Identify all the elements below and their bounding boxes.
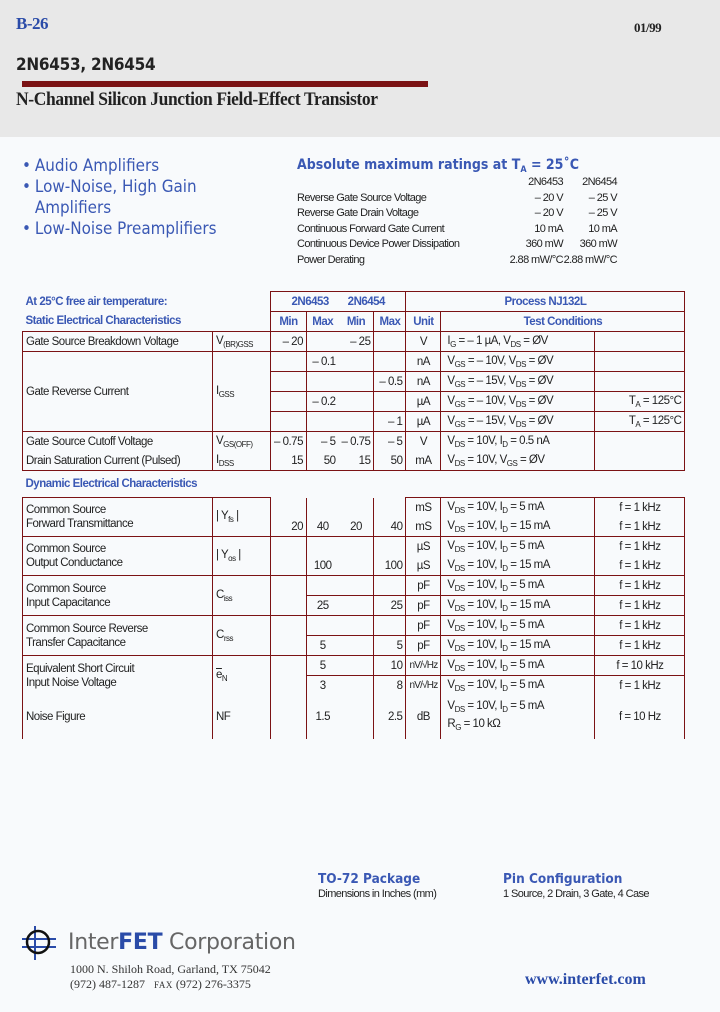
temp-note: At 25°C free air temperature: bbox=[25, 295, 168, 308]
amr-title: Absolute maximum ratings at TA = 25˚C bbox=[297, 157, 580, 175]
page-code: B-26 bbox=[16, 14, 49, 33]
pin-config-subtitle: 1 Source, 2 Drain, 3 Gate, 4 Case bbox=[503, 888, 650, 900]
feature-list: • Audio Amplifiers • Low-Noise, High Gain … bbox=[22, 155, 233, 239]
part1-header: 2N6453 bbox=[291, 295, 330, 308]
feature-item-continued: Amplifiers bbox=[34, 198, 112, 217]
amr-row: Reverse Gate Drain Voltage – 20 V – 25 V bbox=[297, 207, 618, 219]
table-row: Gate Source Cutoff Voltage VGS(OFF) – 0.… bbox=[22, 431, 686, 451]
phone-fax: (972) 487-1287 FAX (972) 276-3375 bbox=[70, 977, 251, 991]
feature-item: • Audio Amplifiers bbox=[22, 156, 160, 175]
part-numbers: 2N6453, 2N6454 bbox=[16, 55, 156, 75]
min-header: Min bbox=[338, 311, 375, 332]
process-header: Process NJ132L bbox=[405, 291, 686, 312]
pin-config-section: Pin Configuration 1 Source, 2 Drain, 3 G… bbox=[503, 871, 650, 900]
dynamic-heading: Dynamic Electrical Characteristics bbox=[25, 478, 198, 490]
bullet-icon: • bbox=[22, 219, 31, 238]
table-row: Noise Figure NF 1.5 2.5 dB VDS = 10V, ID… bbox=[22, 695, 686, 739]
table-row: Equivalent Short Circuit Input Noise Volt… bbox=[22, 655, 686, 695]
amr-row: Reverse Gate Source Voltage – 20 V – 25 V bbox=[297, 191, 618, 204]
dynamic-heading-row: Dynamic Electrical Characteristics bbox=[23, 471, 685, 498]
amr-row: Continuous Device Power Dissipation 360 m… bbox=[297, 238, 618, 250]
table-row: Gate Reverse Current IGSS – 0.1 nA VGS =… bbox=[22, 351, 686, 432]
table-header-row: At 25°C free air temperature: 2N6453 2N6… bbox=[23, 291, 686, 312]
bullet-icon: • bbox=[22, 156, 31, 175]
table-row: Common Source Output Conductance | Yos | … bbox=[22, 536, 686, 576]
company-address: 1000 N. Shiloh Road, Garland, TX 75042 (… bbox=[70, 962, 271, 993]
test-conditions-header: Test Conditions bbox=[440, 311, 686, 332]
bullet-icon: • bbox=[22, 177, 31, 196]
feature-item: • Low-Noise, High Gain bbox=[22, 177, 197, 196]
title-rule bbox=[22, 81, 428, 87]
part2-header: 2N6454 bbox=[347, 295, 386, 308]
package-subtitle: Dimensions in Inches (mm) bbox=[318, 888, 437, 900]
table-row: Common Source Input Capacitance Ciss pF V… bbox=[22, 575, 686, 616]
unit-header: Unit bbox=[405, 311, 442, 332]
electrical-characteristics-table: At 25°C free air temperature: 2N6453 2N6… bbox=[22, 291, 686, 739]
max-header: Max bbox=[373, 311, 407, 332]
pin-config-title: Pin Configuration bbox=[503, 871, 623, 887]
document-title: N-Channel Silicon Junction Field-Effect … bbox=[16, 89, 378, 110]
feature-item: • Low-Noise Preamplifiers bbox=[22, 219, 217, 238]
package-section: TO-72 Package Dimensions in Inches (mm) bbox=[318, 871, 437, 900]
amr-row: Continuous Forward Gate Current 10 mA 10 m… bbox=[297, 222, 618, 235]
min-header: Min bbox=[270, 311, 307, 332]
table-row: Gate Source Breakdown Voltage V(BR)GSS –… bbox=[22, 331, 686, 352]
interfet-logo-icon bbox=[22, 926, 56, 960]
package-title: TO-72 Package bbox=[318, 871, 421, 887]
table-row: Common Source Forward Transmittance | Yfs… bbox=[22, 497, 686, 537]
static-heading: Static Electrical Characteristics bbox=[25, 315, 182, 328]
table-subheader-row: Static Electrical Characteristics Min Ma… bbox=[23, 311, 686, 332]
table-row: Common Source Reverse Transfer Capacitanc… bbox=[22, 615, 686, 656]
website-link[interactable]: www.interfet.com bbox=[525, 971, 646, 989]
revision-date: 01/99 bbox=[634, 20, 662, 35]
amr-header: 2N6453 2N6454 bbox=[528, 176, 618, 188]
company-name: InterFET Corporation bbox=[68, 930, 296, 955]
max-header: Max bbox=[305, 311, 339, 332]
street-address: 1000 N. Shiloh Road, Garland, TX 75042 bbox=[70, 962, 271, 976]
amr-row: Power Derating 2.88 mW/°C 2.88 mW/°C bbox=[297, 253, 618, 266]
absolute-max-ratings: Absolute maximum ratings at TA = 25˚C 2N… bbox=[297, 157, 627, 268]
table-row: Drain Saturation Current (Pulsed) IDSS 1… bbox=[22, 451, 686, 471]
